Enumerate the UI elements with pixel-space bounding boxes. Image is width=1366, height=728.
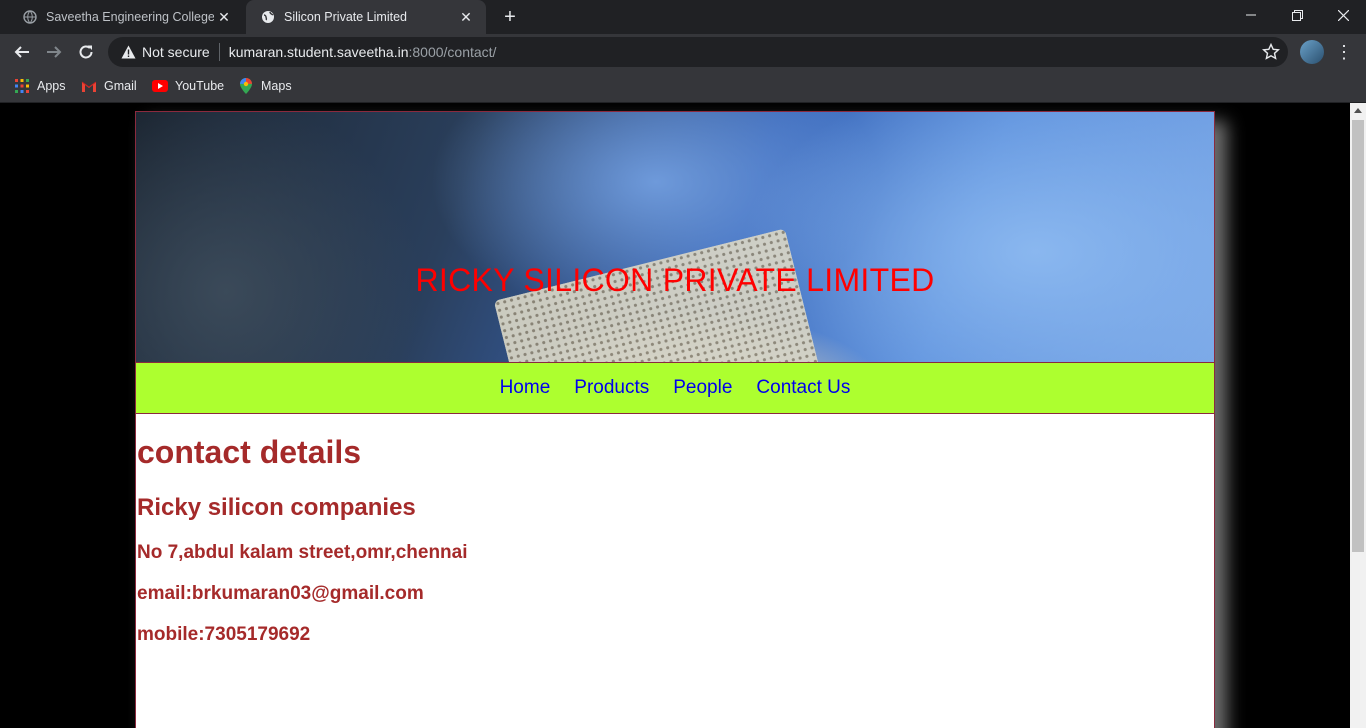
youtube-icon (152, 78, 168, 94)
page-container: RICKY SILICON PRIVATE LIMITED Home Produ… (135, 111, 1215, 728)
contact-content: contact details Ricky silicon companies … (136, 434, 1214, 646)
nav-contact-link[interactable]: Contact Us (756, 377, 850, 399)
email-text: email:brkumaran03@gmail.com (137, 583, 424, 604)
forward-icon[interactable] (40, 38, 68, 66)
security-label[interactable]: Not secure (142, 44, 210, 60)
restore-icon[interactable] (1274, 0, 1320, 30)
maps-pin-icon (238, 78, 254, 94)
bookmark-maps[interactable]: Maps (238, 76, 292, 96)
apps-grid-icon (14, 78, 30, 94)
url-host[interactable]: kumaran.student.saveetha.in (229, 44, 409, 60)
scroll-up-icon[interactable] (1354, 108, 1362, 113)
bookmark-label: YouTube (175, 79, 225, 93)
browser-toolbar: Not secure kumaran.student.saveetha.in:8… (0, 34, 1366, 70)
tab-title: Saveetha Engineering College (46, 10, 214, 24)
divider (218, 43, 220, 61)
gmail-icon (81, 78, 97, 94)
warning-icon[interactable] (120, 44, 136, 60)
banner-title: RICKY SILICON PRIVATE LIMITED (415, 262, 935, 298)
globe-icon (260, 9, 276, 25)
tab-silicon[interactable]: Silicon Private Limited ✕ (246, 0, 486, 34)
tab-title: Silicon Private Limited (284, 10, 407, 24)
bookmark-label: Gmail (104, 79, 137, 93)
banner: RICKY SILICON PRIVATE LIMITED (136, 112, 1214, 362)
bookmark-label: Maps (261, 79, 292, 93)
scrollbar-thumb[interactable] (1352, 120, 1364, 552)
address-text: No 7,abdul kalam street,omr,chennai (137, 542, 468, 563)
page-viewport: RICKY SILICON PRIVATE LIMITED Home Produ… (0, 103, 1350, 728)
tab-strip: Saveetha Engineering College ✕ Silicon P… (0, 0, 1366, 34)
close-icon[interactable]: ✕ (214, 7, 234, 27)
bookmark-star-icon[interactable] (1261, 42, 1281, 61)
back-icon[interactable] (8, 38, 36, 66)
globe-icon (22, 9, 38, 25)
page-scrollbar[interactable] (1350, 103, 1366, 728)
bookmark-gmail[interactable]: Gmail (81, 76, 137, 96)
bookmark-apps[interactable]: Apps (14, 76, 66, 96)
reload-icon[interactable] (72, 38, 100, 66)
close-icon[interactable]: ✕ (456, 7, 476, 27)
nav-products-link[interactable]: Products (574, 377, 649, 399)
close-window-icon[interactable] (1320, 0, 1366, 30)
more-menu-icon[interactable]: ⋮ (1335, 39, 1353, 65)
new-tab-icon[interactable]: + (498, 5, 522, 29)
profile-avatar[interactable] (1300, 40, 1324, 64)
bookmark-label: Apps (37, 79, 66, 93)
nav-people-link[interactable]: People (673, 377, 732, 399)
bookmarks-bar: Apps Gmail YouTube Maps (0, 70, 1366, 103)
page-heading: contact details (137, 434, 362, 470)
minimize-icon[interactable] (1228, 0, 1274, 30)
tab-saveetha[interactable]: Saveetha Engineering College ✕ (8, 0, 244, 34)
nav-home-link[interactable]: Home (500, 377, 551, 399)
nav-bar: Home Products People Contact Us (136, 362, 1214, 414)
address-bar[interactable]: Not secure kumaran.student.saveetha.in:8… (108, 37, 1288, 67)
mobile-text: mobile:7305179692 (137, 624, 311, 645)
url-path[interactable]: :8000/contact/ (408, 44, 496, 60)
bookmark-youtube[interactable]: YouTube (152, 76, 224, 96)
company-name: Ricky silicon companies (137, 494, 416, 521)
